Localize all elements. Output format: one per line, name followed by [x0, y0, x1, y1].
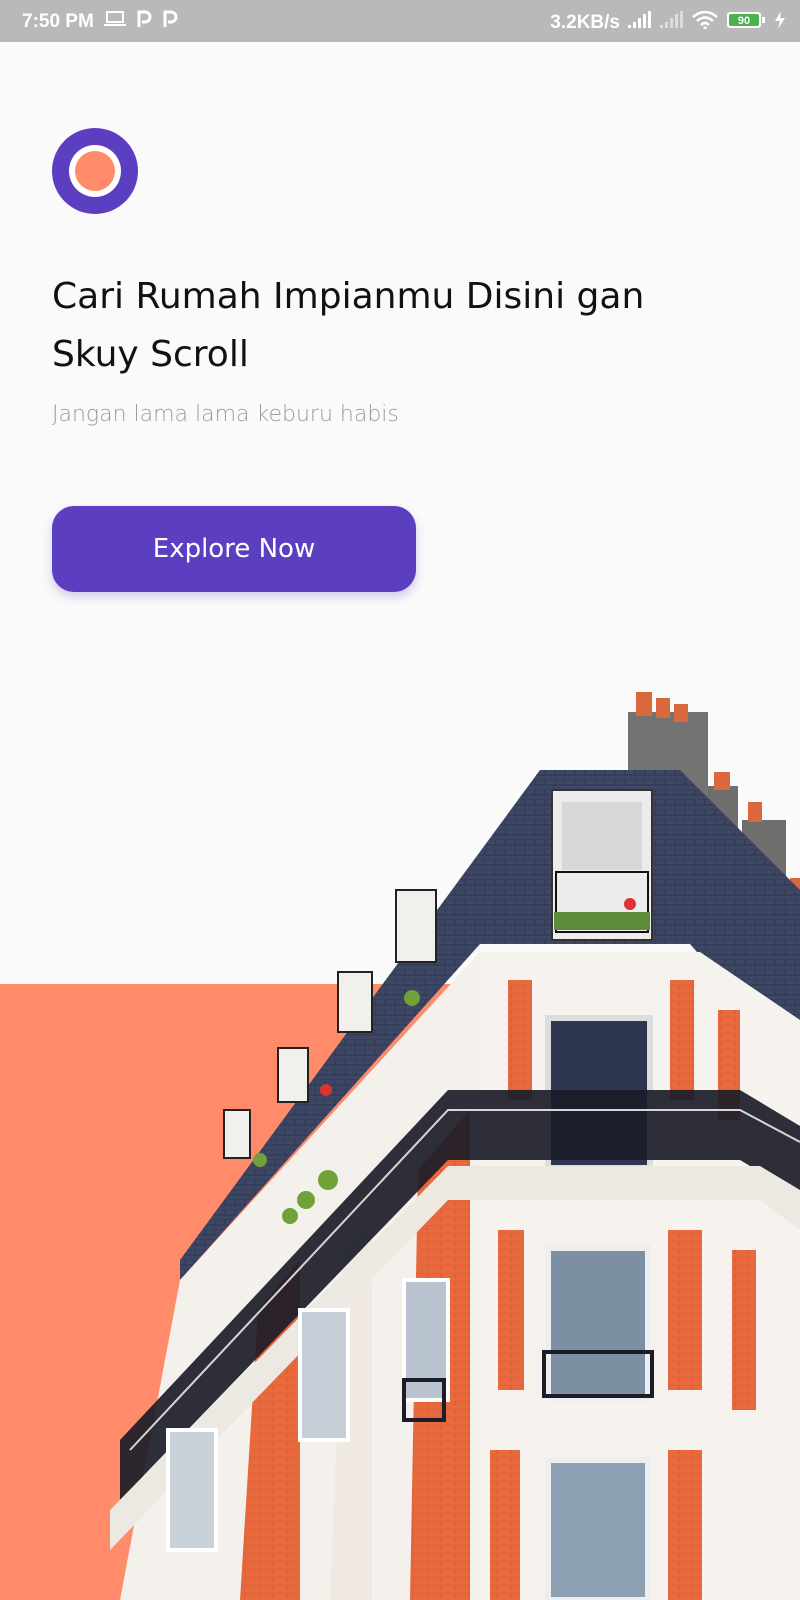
page-subtitle: Jangan lama lama keburu habis [52, 402, 399, 427]
status-bar: 7:50 PM 3.2KB/s 90 [0, 0, 800, 42]
wifi-icon [692, 10, 718, 35]
explore-now-button[interactable]: Explore Now [52, 506, 416, 592]
laptop-icon [103, 11, 126, 33]
net-speed: 3.2KB/s [550, 12, 620, 33]
p-notification-icon [136, 10, 152, 34]
battery-level: 90 [738, 15, 750, 27]
status-time: 7:50 PM [22, 11, 94, 32]
page-title: Cari Rumah Impianmu Disini gan Skuy Scro… [52, 276, 645, 375]
battery-icon: 90 [726, 10, 766, 36]
signal-icon [660, 11, 684, 35]
charging-icon [774, 11, 786, 35]
app-logo [52, 128, 138, 214]
signal-icon [628, 11, 652, 35]
p-notification-icon [162, 10, 178, 34]
building-illustration [110, 692, 800, 1600]
